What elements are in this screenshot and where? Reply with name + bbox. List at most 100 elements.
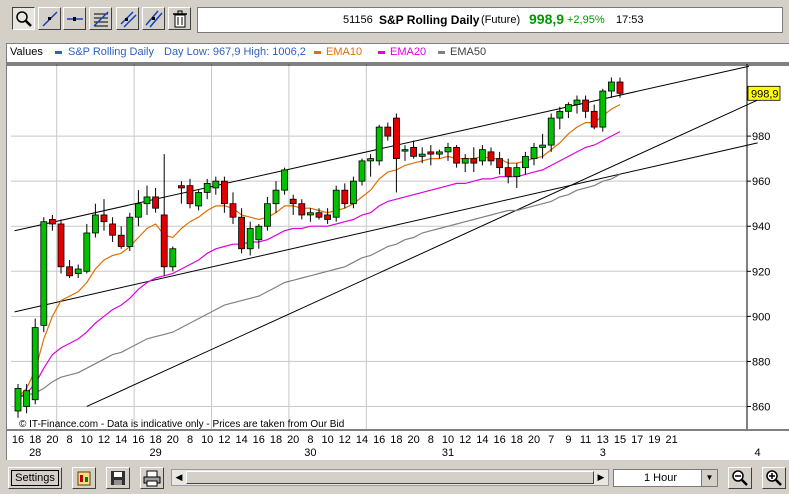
x-tick-label: 20 bbox=[407, 434, 419, 446]
date-label: 28 bbox=[29, 447, 41, 459]
scroll-thumb[interactable] bbox=[186, 471, 594, 484]
y-tick-label: 980 bbox=[752, 131, 770, 143]
x-tick-label: 8 bbox=[428, 434, 434, 446]
candle bbox=[203, 178, 211, 200]
candle-body bbox=[573, 99, 581, 105]
instrument-type: (Future) bbox=[481, 14, 521, 26]
x-tick-label: 18 bbox=[149, 434, 161, 446]
x-tick-label: 14 bbox=[476, 434, 488, 446]
ema10-line bbox=[17, 104, 621, 398]
scroll-right-icon[interactable]: ▶ bbox=[595, 471, 607, 484]
candle-body bbox=[556, 110, 564, 119]
channel-tool-icon bbox=[120, 11, 137, 28]
series-swatch bbox=[55, 51, 62, 54]
candle-body bbox=[513, 167, 521, 178]
price-chart[interactable]: 860880900920940960980998,9 16 18 20 8 10 12 14… bbox=[7, 44, 789, 460]
zoom-in-button[interactable] bbox=[762, 467, 786, 489]
print-button[interactable] bbox=[140, 467, 164, 489]
candle bbox=[143, 185, 151, 215]
chevron-down-icon[interactable]: ▼ bbox=[701, 470, 717, 486]
candle-body bbox=[255, 225, 263, 241]
candle-body bbox=[410, 146, 418, 157]
candle bbox=[134, 190, 142, 227]
candle bbox=[220, 176, 228, 213]
series-label: S&P Rolling Daily bbox=[68, 46, 155, 58]
candle-body bbox=[599, 90, 607, 128]
candle-body bbox=[177, 185, 185, 189]
candle-body bbox=[522, 155, 529, 169]
candle bbox=[349, 176, 357, 209]
chart-panel[interactable]: 860 880 900 920 940 960 980 998,9 16 18 20 8 10 12 14… bbox=[6, 43, 789, 460]
candle-body bbox=[246, 228, 254, 250]
x-tick-label: 7 bbox=[548, 434, 554, 446]
x-tick-label: 20 bbox=[46, 434, 58, 446]
settings-button[interactable]: Settings bbox=[8, 467, 62, 489]
candle-body bbox=[134, 203, 142, 218]
fibonacci-button[interactable] bbox=[89, 7, 112, 30]
x-tick-label: 16 bbox=[253, 434, 265, 446]
x-tick-label: 16 bbox=[373, 434, 385, 446]
candle-body bbox=[298, 203, 306, 216]
trend-line bbox=[86, 99, 758, 407]
horizontal-line-button[interactable] bbox=[63, 7, 86, 30]
trend-line bbox=[14, 142, 758, 313]
zoom-tool-icon bbox=[16, 11, 32, 27]
ema20-label: EMA20 bbox=[390, 46, 427, 58]
parallel-lines-button[interactable] bbox=[142, 7, 165, 30]
candle-body bbox=[143, 196, 151, 205]
quote-time: 17:53 bbox=[616, 14, 644, 26]
save-button[interactable] bbox=[106, 467, 130, 489]
x-tick-label: 12 bbox=[339, 434, 351, 446]
candle bbox=[298, 199, 306, 220]
x-tick-label: 16 bbox=[493, 434, 505, 446]
candle bbox=[496, 151, 504, 175]
candle-body bbox=[384, 126, 392, 137]
candle-body bbox=[504, 167, 512, 178]
candle bbox=[109, 217, 116, 242]
candle bbox=[324, 208, 332, 224]
candle bbox=[263, 196, 271, 231]
x-tick-label: 20 bbox=[528, 434, 540, 446]
candle bbox=[160, 154, 168, 276]
drawing-toolbar: 51156 S&P Rolling Daily (Future) 998,9 +… bbox=[0, 0, 789, 40]
candle bbox=[375, 124, 383, 166]
candle bbox=[66, 260, 73, 279]
candle bbox=[453, 145, 461, 168]
candle-body bbox=[126, 216, 134, 247]
x-tick-label: 10 bbox=[81, 434, 93, 446]
delete-drawing-button[interactable] bbox=[168, 7, 191, 30]
x-tick-label: 20 bbox=[167, 434, 179, 446]
candle bbox=[83, 223, 91, 274]
candle-body bbox=[608, 81, 615, 92]
candle-body bbox=[14, 388, 22, 412]
ema20-line bbox=[17, 131, 621, 399]
timeframe-value: 1 Hour bbox=[644, 472, 678, 484]
candle-body bbox=[263, 203, 271, 227]
timeframe-select[interactable]: 1 Hour ▼ bbox=[613, 469, 718, 487]
zoom-out-button[interactable] bbox=[728, 467, 752, 489]
draw-line-button[interactable] bbox=[38, 7, 61, 30]
candle-body bbox=[195, 192, 203, 207]
candle bbox=[461, 154, 469, 173]
candle bbox=[40, 217, 48, 333]
candle bbox=[470, 147, 478, 173]
candle-body bbox=[229, 203, 237, 218]
x-tick-label: 12 bbox=[98, 434, 110, 446]
candle bbox=[57, 219, 65, 274]
candle bbox=[246, 221, 254, 256]
channel-tool-button[interactable] bbox=[116, 7, 139, 30]
candle-body bbox=[220, 180, 228, 205]
horizontal-line-icon bbox=[67, 17, 83, 21]
x-tick-label: 18 bbox=[270, 434, 282, 446]
portfolio-button[interactable] bbox=[72, 467, 96, 489]
candle bbox=[169, 246, 177, 272]
candle-body bbox=[100, 214, 108, 223]
zoom-tool-button[interactable] bbox=[12, 7, 35, 30]
chart-scrollbar[interactable]: ◀ ▶ bbox=[171, 469, 609, 486]
candle bbox=[478, 145, 486, 166]
scroll-left-icon[interactable]: ◀ bbox=[173, 471, 185, 484]
candle bbox=[487, 147, 495, 166]
x-tick-label: 15 bbox=[614, 434, 626, 446]
ema10-swatch bbox=[314, 51, 321, 54]
candle bbox=[599, 88, 607, 132]
